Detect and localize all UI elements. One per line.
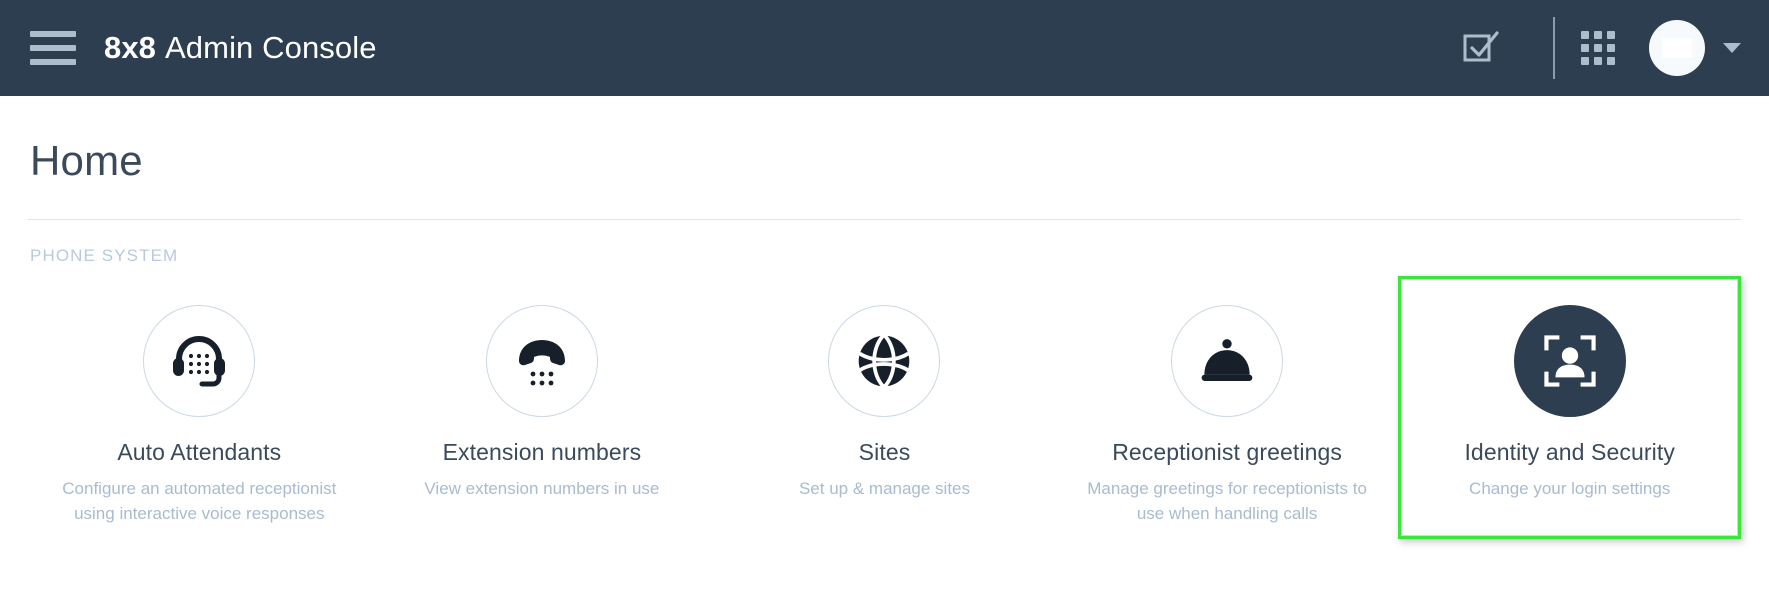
brand-app-name: Admin Console: [165, 30, 377, 65]
tile-description: View extension numbers in use: [424, 479, 660, 498]
page-content: Home PHONE SYSTEM Auto Attendants Config…: [0, 96, 1769, 540]
brand-logo-text: 8x8: [104, 30, 157, 65]
tile-auto-attendants[interactable]: Auto Attendants Configure an automated r…: [28, 276, 371, 539]
grid-dot: [1594, 57, 1602, 65]
grid-dot: [1607, 44, 1615, 52]
hamburger-line: [30, 31, 76, 37]
top-navigation-bar: 8x8 Admin Console: [0, 0, 1769, 96]
face-id-person-icon: [1544, 335, 1596, 387]
globe-icon: [859, 335, 910, 387]
grid-dot: [1594, 31, 1602, 39]
tasks-button[interactable]: [1461, 28, 1527, 68]
tile-icon-circle: [1513, 305, 1626, 417]
grid-dot: [1607, 31, 1615, 39]
brand-title: 8x8 Admin Console: [104, 30, 377, 66]
headset-keypad-icon: [173, 336, 226, 387]
chevron-down-icon[interactable]: [1723, 43, 1741, 53]
grid-dot: [1607, 57, 1615, 65]
tile-icon-circle: [485, 305, 598, 417]
tile-title: Identity and Security: [1464, 439, 1675, 465]
checkbox-check-icon: [1463, 31, 1499, 62]
phone-handset-keypad-icon: [518, 340, 565, 386]
tile-extension-numbers[interactable]: Extension numbers View extension numbers…: [371, 276, 714, 539]
tile-title: Extension numbers: [442, 439, 642, 465]
hamburger-line: [30, 59, 76, 65]
serving-dome-icon: [1201, 339, 1253, 381]
tile-sites[interactable]: Sites Set up & manage sites: [713, 276, 1056, 539]
toolbar-divider: [1553, 17, 1555, 79]
page-title: Home: [30, 137, 143, 184]
tile-grid: Auto Attendants Configure an automated r…: [28, 276, 1741, 540]
tile-description: Manage greetings for receptionists to us…: [1087, 479, 1367, 524]
section-label-phone-system: PHONE SYSTEM: [30, 246, 179, 265]
grid-dot: [1594, 44, 1602, 52]
tile-icon-circle: [828, 305, 941, 417]
tile-icon-circle: [1171, 305, 1284, 417]
tile-description: Configure an automated receptionist usin…: [62, 479, 337, 524]
tile-identity-and-security[interactable]: Identity and Security Change your login …: [1398, 276, 1741, 540]
hamburger-line: [30, 45, 76, 51]
grid-dot: [1581, 57, 1589, 65]
tile-icon-circle: [143, 305, 256, 417]
grid-dot: [1581, 31, 1589, 39]
tile-receptionist-greetings[interactable]: Receptionist greetings Manage greetings …: [1056, 276, 1399, 539]
tile-title: Receptionist greetings: [1112, 439, 1342, 465]
tile-description: Set up & manage sites: [798, 479, 971, 498]
tile-title: Auto Attendants: [117, 439, 282, 465]
grid-dot: [1581, 44, 1589, 52]
tile-description: Change your login settings: [1469, 479, 1671, 498]
hamburger-menu-icon[interactable]: [30, 31, 76, 65]
tile-title: Sites: [858, 439, 911, 465]
top-bar-actions: [1461, 0, 1741, 96]
app-grid-icon[interactable]: [1581, 31, 1615, 65]
avatar[interactable]: [1649, 20, 1705, 76]
